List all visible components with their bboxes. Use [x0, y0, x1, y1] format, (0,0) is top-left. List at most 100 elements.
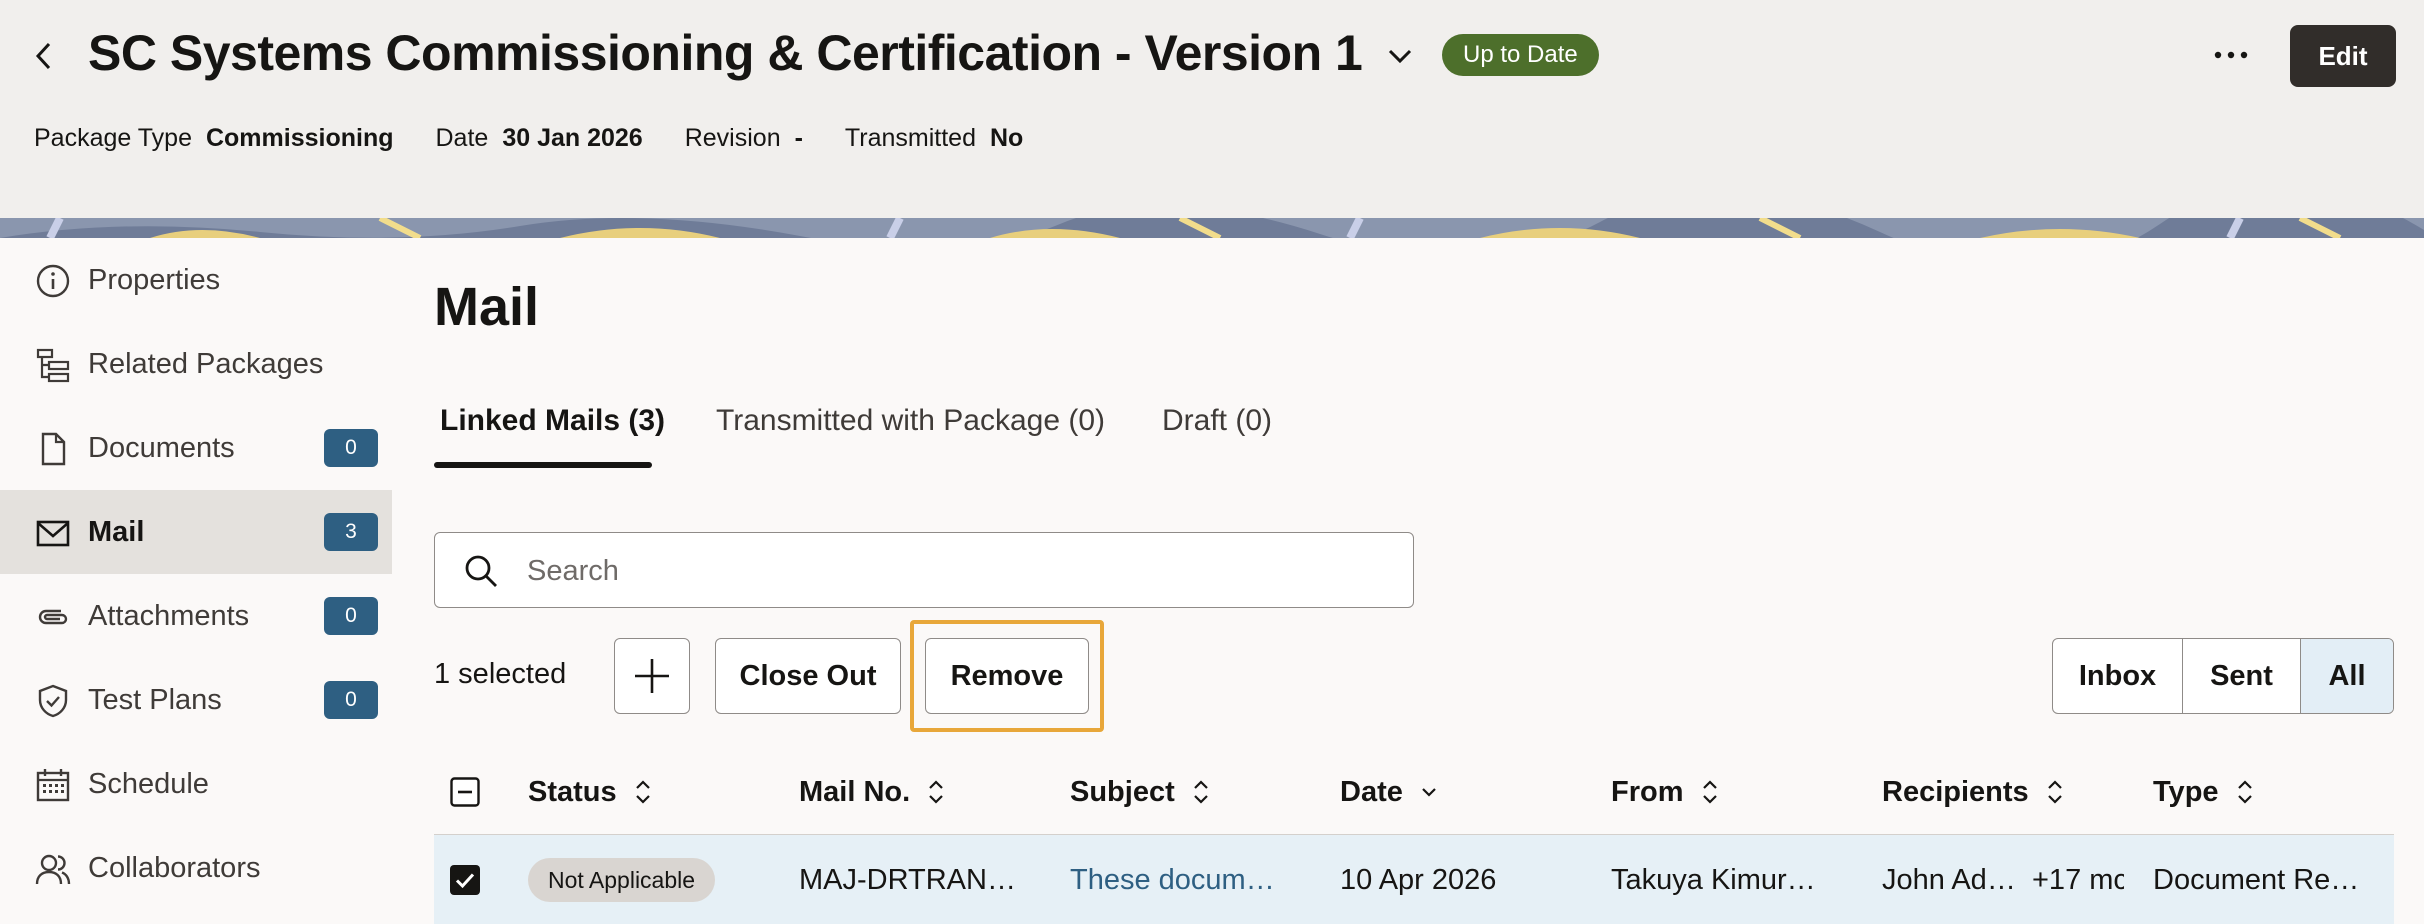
column-header-subject[interactable]: Subject — [1070, 750, 1209, 834]
document-icon — [34, 430, 72, 468]
meta-value: No — [989, 124, 1024, 152]
info-icon — [34, 262, 72, 300]
checkbox-checked-icon — [450, 865, 480, 895]
sidebar-item-label: Properties — [88, 263, 221, 296]
chevron-down-icon — [1388, 49, 1412, 64]
sidebar-item-schedule[interactable]: Schedule — [0, 742, 392, 826]
column-header-recipients[interactable]: Recipients — [1882, 750, 2063, 834]
search-input[interactable] — [527, 549, 1387, 593]
meta-label: Revision — [684, 124, 781, 152]
column-header-label: Recipients — [1882, 775, 2029, 808]
row-checkbox[interactable] — [450, 835, 480, 924]
filter-all-button[interactable]: All — [2301, 639, 2393, 713]
sidebar-item-label: Documents — [88, 431, 235, 464]
column-header-mail-no[interactable]: Mail No. — [799, 750, 944, 834]
sort-icon — [635, 779, 651, 805]
sidebar-item-label: Test Plans — [88, 683, 222, 716]
column-header-label: Mail No. — [799, 775, 911, 808]
table-row[interactable]: Not Applicable MAJ-DRTRAN… These docum… … — [434, 834, 2394, 924]
mail-filter-segmented: Inbox Sent All — [2052, 638, 2394, 714]
meta-label: Transmitted — [844, 124, 976, 152]
filter-inbox-button[interactable]: Inbox — [2053, 639, 2183, 713]
meta-transmitted: Transmitted No — [845, 124, 1023, 153]
sidebar-item-label: Schedule — [88, 767, 209, 800]
meta-value: Commissioning — [205, 124, 394, 152]
table-header: Status Mail No. Subject Date From Recipi… — [434, 750, 2394, 834]
column-header-label: Status — [528, 775, 617, 808]
sort-icon — [1702, 779, 1718, 805]
sidebar-item-collaborators[interactable]: Collaborators — [0, 826, 392, 910]
status-chip: Not Applicable — [528, 858, 716, 902]
filter-sent-button[interactable]: Sent — [2183, 639, 2301, 713]
more-actions-button[interactable] — [2206, 30, 2256, 80]
select-all-checkbox[interactable] — [450, 750, 480, 834]
sidebar-item-label: Attachments — [88, 599, 250, 632]
sidebar-item-label: Related Packages — [88, 347, 324, 380]
edit-button[interactable]: Edit — [2290, 25, 2396, 87]
cell-subject-link[interactable]: These docum… — [1070, 835, 1310, 924]
cell-mail-no: MAJ-DRTRAN… — [799, 863, 1016, 896]
paperclip-icon — [34, 598, 72, 636]
add-button[interactable] — [614, 638, 690, 714]
search-icon — [465, 555, 497, 587]
meta-value: - — [794, 124, 803, 152]
package-title: SC Systems Commissioning & Certification… — [88, 25, 1363, 81]
page-title: Mail — [434, 277, 540, 337]
cell-recipients: John Ad… — [1882, 863, 2016, 896]
tab-linked-mails[interactable]: Linked Mails (3) — [440, 404, 665, 466]
sidebar-item-mail[interactable]: Mail 3 — [0, 490, 392, 574]
more-horizontal-icon — [2214, 51, 2248, 59]
close-out-button[interactable]: Close Out — [715, 638, 901, 714]
page-header: SC Systems Commissioning & Certification… — [0, 0, 2424, 218]
column-header-status[interactable]: Status — [528, 750, 651, 834]
cell-date: 10 Apr 2026 — [1340, 863, 1497, 896]
count-badge: 0 — [324, 429, 378, 467]
mail-icon — [34, 514, 72, 552]
focus-ring — [910, 620, 1104, 732]
recipients-more-link[interactable]: +17 mc — [2032, 835, 2124, 924]
column-header-label: Date — [1340, 775, 1403, 808]
column-header-label: Subject — [1070, 775, 1175, 808]
banner-pattern — [0, 218, 2424, 238]
tab-draft[interactable]: Draft (0) — [1162, 404, 1272, 466]
sidebar-nav: Properties Related Packages Documents 0 … — [0, 238, 392, 924]
package-meta: Package Type Commissioning Date 30 Jan 2… — [34, 124, 1065, 153]
sidebar-item-label: Mail — [88, 515, 145, 548]
sort-icon — [928, 779, 944, 805]
active-tab-indicator — [434, 462, 652, 468]
sidebar-item-documents[interactable]: Documents 0 — [0, 406, 392, 490]
sidebar-item-properties[interactable]: Properties — [0, 238, 392, 322]
version-dropdown-button[interactable] — [1380, 36, 1420, 76]
back-button[interactable] — [22, 34, 66, 78]
chevron-left-icon — [35, 42, 51, 70]
sidebar-item-test-plans[interactable]: Test Plans 0 — [0, 658, 392, 742]
sidebar-item-related-packages[interactable]: Related Packages — [0, 322, 392, 406]
column-header-from[interactable]: From — [1611, 750, 1718, 834]
sort-icon — [2047, 779, 2063, 805]
shield-check-icon — [34, 682, 72, 720]
users-icon — [34, 850, 72, 888]
meta-value: 30 Jan 2026 — [502, 124, 643, 152]
sort-descending-icon — [1421, 779, 1437, 805]
cell-from: Takuya Kimur… — [1611, 863, 1816, 896]
meta-label: Package Type — [34, 124, 192, 152]
hierarchy-icon — [34, 346, 72, 384]
cell-type: Document Re… — [2153, 863, 2360, 896]
tab-transmitted-with-package[interactable]: Transmitted with Package (0) — [716, 404, 1105, 466]
column-header-type[interactable]: Type — [2153, 750, 2253, 834]
search-box — [434, 532, 1414, 608]
meta-package-type: Package Type Commissioning — [34, 124, 394, 153]
sidebar-item-attachments[interactable]: Attachments 0 — [0, 574, 392, 658]
column-header-label: From — [1611, 775, 1684, 808]
meta-date: Date 30 Jan 2026 — [436, 124, 643, 153]
count-badge: 0 — [324, 597, 378, 635]
decorative-banner — [0, 218, 2424, 238]
plus-icon — [635, 659, 669, 693]
status-badge: Up to Date — [1442, 34, 1599, 76]
column-header-date[interactable]: Date — [1340, 750, 1437, 834]
column-header-label: Type — [2153, 775, 2219, 808]
calendar-icon — [34, 766, 72, 804]
sort-icon — [2237, 779, 2253, 805]
sidebar-item-label: Collaborators — [88, 851, 261, 884]
selected-count: 1 selected — [434, 658, 567, 690]
